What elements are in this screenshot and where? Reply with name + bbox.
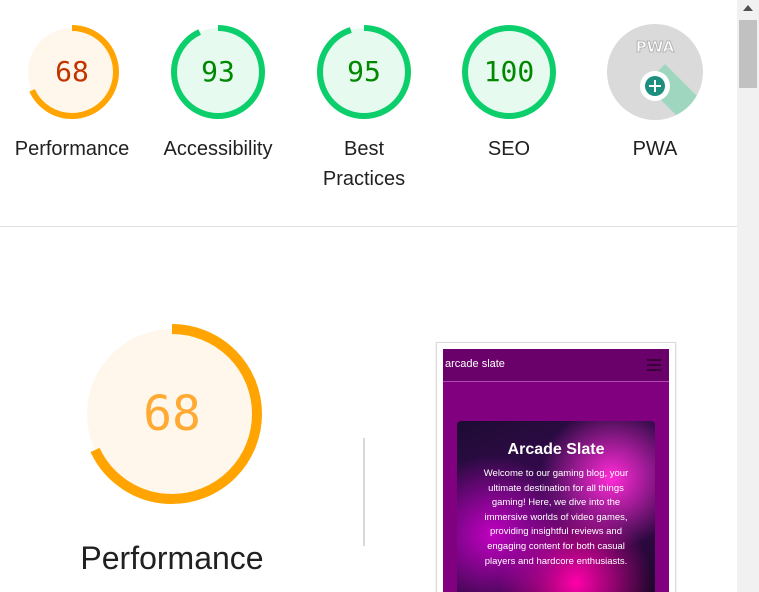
gauge-accessibility[interactable]: 93 Accessibility [146, 24, 290, 164]
gauge-accessibility-ring: 93 [170, 24, 266, 120]
gauge-best-practices-ring: 95 [316, 24, 412, 120]
gauge-seo-score: 100 [483, 55, 535, 88]
gauge-seo-ring: 100 [461, 24, 557, 120]
gauge-accessibility-label: Accessibility [163, 138, 273, 160]
gauge-performance-label: Performance [14, 138, 130, 160]
vertical-divider [363, 438, 365, 546]
gauge-pwa-ring: PWA [607, 24, 703, 120]
gauge-performance-ring: 68 [24, 24, 120, 120]
final-screenshot[interactable]: arcade slate Arcade Slate Welcome to our… [436, 342, 676, 592]
vertical-scrollbar[interactable] [737, 0, 759, 592]
gauge-best-practices-label: Best Practices [322, 138, 406, 190]
screenshot-hero: Arcade Slate Welcome to our gaming blog,… [457, 421, 655, 592]
scrollbar-thumb[interactable] [739, 20, 757, 88]
performance-score-large: 68 [143, 386, 201, 442]
screenshot-navbar: arcade slate [443, 349, 669, 382]
gauge-performance[interactable]: 68 Performance [0, 24, 144, 164]
gauge-seo-label: SEO [487, 138, 531, 160]
section-divider [0, 226, 737, 227]
pwa-badge-text: PWA [635, 38, 675, 57]
gauge-performance-score: 68 [55, 55, 89, 88]
gauge-accessibility-score: 93 [201, 55, 235, 88]
gauge-seo[interactable]: 100 SEO [437, 24, 581, 164]
screenshot-brand: arcade slate [445, 358, 505, 370]
screenshot-hero-title: Arcade Slate [507, 441, 605, 458]
lighthouse-report: 68 Performance 93 Accessibility 95 Best … [0, 0, 737, 592]
performance-gauge-large: 68 [78, 320, 266, 508]
gauge-best-practices[interactable]: 95 Best Practices [292, 24, 436, 194]
screenshot-hero-text: Welcome to our gaming blog, your ultimat… [483, 468, 629, 567]
hamburger-icon [647, 359, 661, 371]
scroll-up-arrow-icon[interactable] [737, 0, 759, 18]
performance-title: Performance [80, 540, 264, 576]
gauge-pwa-label: PWA [632, 138, 678, 160]
gauge-best-practices-score: 95 [347, 55, 381, 88]
screenshot-page: arcade slate Arcade Slate Welcome to our… [443, 349, 669, 592]
gauge-pwa[interactable]: PWA PWA [583, 24, 727, 164]
